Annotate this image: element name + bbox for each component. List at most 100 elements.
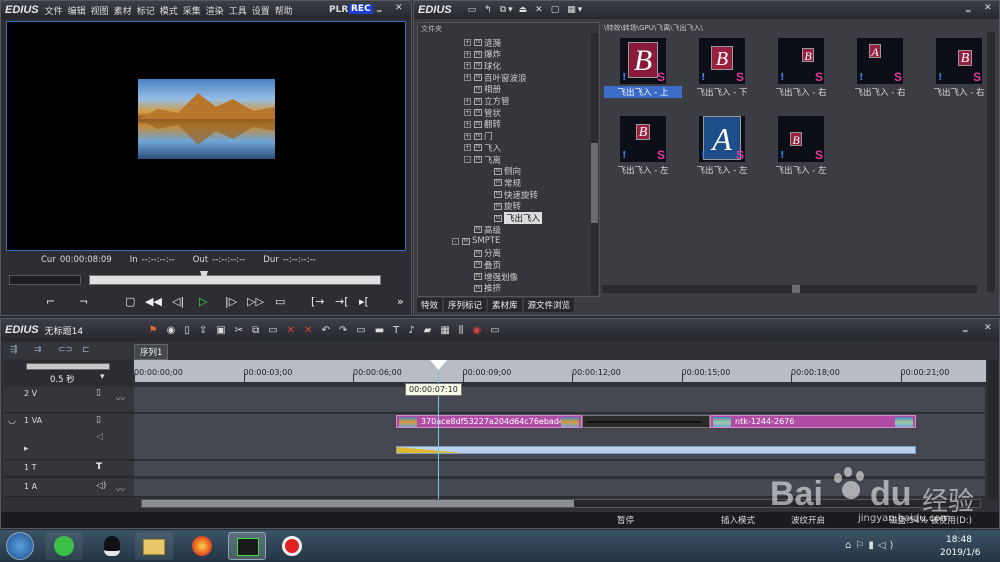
timeline-minimize-icon[interactable]: ‗ [963, 323, 968, 333]
track-head-1t[interactable]: 1 T T [4, 461, 135, 477]
tab-library[interactable]: 素材库 [488, 298, 522, 312]
zoom-slider[interactable] [26, 363, 110, 370]
timeline-hscroll[interactable] [141, 499, 981, 508]
timeline-vscroll[interactable] [988, 360, 998, 500]
tree-item[interactable]: fx 快速旋转 [484, 189, 538, 201]
track-lane-2v[interactable] [134, 387, 985, 413]
delete-icon[interactable]: ✕ [535, 5, 543, 15]
cut-icon[interactable]: ✂ [235, 325, 243, 336]
marker-icon[interactable]: ▭ [356, 325, 365, 336]
timeline-ruler[interactable]: 00:00:00;00 00:00:03;00 00:00:06;00 00:00:0… [134, 360, 986, 382]
more-icon[interactable]: » [397, 295, 404, 308]
taskbar-app-edius[interactable] [228, 532, 266, 560]
folder-icon[interactable]: ▭ [468, 5, 477, 15]
menu-item[interactable]: 视图 [91, 4, 109, 17]
up-icon[interactable]: ↰ [484, 5, 492, 15]
menu-item[interactable]: 渲染 [206, 4, 224, 17]
new-file-icon[interactable]: ▯ [184, 325, 190, 336]
taskbar-app-qq[interactable] [93, 532, 131, 560]
grid-icon[interactable]: ▦ [440, 325, 449, 336]
tree-item[interactable]: + fx 门 [464, 131, 493, 142]
effect-thumbnail[interactable]: A S! [857, 38, 903, 84]
set-out-icon[interactable]: ¬ [79, 295, 88, 308]
stop-icon[interactable]: ▢ [125, 295, 135, 308]
open-icon[interactable]: ⏏ [519, 5, 528, 15]
rec-button[interactable]: REC [349, 4, 373, 14]
track-link-icon[interactable]: ⊂⊃ [58, 345, 73, 355]
tree-item[interactable]: - fx SMPTE [452, 236, 500, 247]
menu-item[interactable]: 素材 [114, 4, 132, 17]
tree-item[interactable]: - fx 飞离 [464, 154, 501, 166]
minimize-icon[interactable]: ‗ [377, 3, 382, 13]
render-icon[interactable]: ▰ [424, 325, 432, 336]
copy-icon[interactable]: ⧉ [252, 325, 259, 336]
step-forward-icon[interactable]: |▷ [225, 295, 237, 308]
tab-sequence-markers[interactable]: 序列标记 [444, 298, 487, 312]
plr-button[interactable]: PLR [329, 5, 348, 15]
track-title-icon[interactable]: T [96, 462, 102, 472]
close-icon[interactable]: ✕ [395, 3, 403, 13]
track-mute-icon[interactable]: 〰 [116, 392, 125, 405]
tray-icons[interactable]: ⌂⚐▮◁) [845, 540, 897, 551]
taskbar-app-explorer[interactable] [135, 532, 173, 560]
track-audio-icon[interactable]: ◁ [96, 432, 103, 442]
view-icon[interactable]: ▦ [567, 5, 576, 15]
menu-item[interactable]: 工具 [229, 4, 247, 17]
tree-item[interactable]: fx 旋转 [484, 201, 521, 212]
expand-icon[interactable]: + [464, 97, 471, 105]
zoom-dropdown-icon[interactable]: ▾ [100, 372, 105, 382]
effect-thumbnail[interactable]: B S! [778, 38, 824, 84]
expand-icon[interactable]: + [464, 50, 471, 58]
menu-item[interactable]: 采集 [183, 4, 201, 17]
expand-icon[interactable]: + [464, 120, 471, 128]
effect-thumbnail[interactable]: B S! [778, 116, 824, 162]
track-video-icon[interactable]: ▯ [96, 415, 101, 425]
title-icon[interactable]: T [393, 325, 399, 336]
effect-thumbnail[interactable]: A S! [699, 116, 745, 162]
overwrite-icon[interactable]: →[ [335, 295, 349, 308]
collapse-icon[interactable]: - [464, 156, 471, 163]
track-mute-icon[interactable]: 〰 [116, 483, 125, 496]
sequence-tab[interactable]: 序列1 [134, 344, 169, 360]
expand-icon[interactable]: + [464, 39, 471, 46]
play-icon[interactable]: ▷ [199, 295, 207, 308]
taskbar-app-recorder[interactable] [273, 532, 311, 560]
track-expand-icon[interactable]: ▸ [24, 444, 29, 454]
tree-item[interactable]: fx 飞出飞入 [484, 212, 543, 224]
video-clip-2[interactable]: ntk-1244-2676 [710, 415, 916, 428]
delete-clip-icon[interactable]: ✕ [287, 325, 295, 336]
tree-item[interactable]: fx 增强划像 [464, 271, 518, 283]
timeline-close-icon[interactable]: ✕ [984, 323, 992, 333]
bin-minimize-icon[interactable]: ‗ [966, 3, 971, 13]
clock-time[interactable]: 18:48 [946, 535, 972, 545]
jog-slider[interactable] [9, 275, 81, 285]
collapse-icon[interactable]: - [452, 237, 459, 245]
tree-item[interactable]: fx 推挤 [464, 283, 501, 294]
menu-item[interactable]: 标记 [137, 4, 155, 17]
undo-icon[interactable]: ↶ [321, 325, 329, 336]
save-icon[interactable]: ▣ [216, 325, 225, 336]
effect-thumbnail[interactable]: B S! [936, 38, 982, 84]
tree-item[interactable]: fx 常规 [484, 177, 521, 189]
track-head-2v[interactable]: 2 V ▯ 〰 [4, 387, 135, 413]
thumb-hscroll-thumb[interactable] [792, 285, 800, 293]
tree-item[interactable]: + fx 立方管 [464, 96, 510, 107]
folder-tree-scroll-thumb[interactable] [591, 143, 598, 223]
insert-icon[interactable]: [→ [311, 295, 325, 308]
track-speaker-icon[interactable]: ◁) [96, 481, 106, 491]
tree-item[interactable]: fx 叠页 [464, 259, 501, 271]
track-lane-1va[interactable]: 370ace8df53227a204d64c76ebad4620 ntk-124… [134, 414, 985, 460]
thumb-hscroll[interactable] [602, 285, 977, 293]
taskbar-app-firefox[interactable] [183, 532, 221, 560]
tree-item[interactable]: fx 分离 [464, 248, 501, 259]
menu-item[interactable]: 模式 [160, 4, 178, 17]
rewind-icon[interactable]: ◀◀ [145, 295, 162, 308]
tree-item[interactable]: + fx 爆炸 [464, 49, 501, 60]
tree-item[interactable]: + fx 管状 [464, 107, 501, 119]
expand-icon[interactable]: + [464, 132, 471, 140]
ripple-delete-icon[interactable]: ✕ [304, 325, 312, 336]
group-icon[interactable]: ▭ [268, 325, 277, 336]
menu-item[interactable]: 编辑 [68, 4, 86, 17]
rec-dot-icon[interactable]: ◉ [472, 325, 481, 336]
properties-icon[interactable]: ▢ [551, 5, 560, 15]
